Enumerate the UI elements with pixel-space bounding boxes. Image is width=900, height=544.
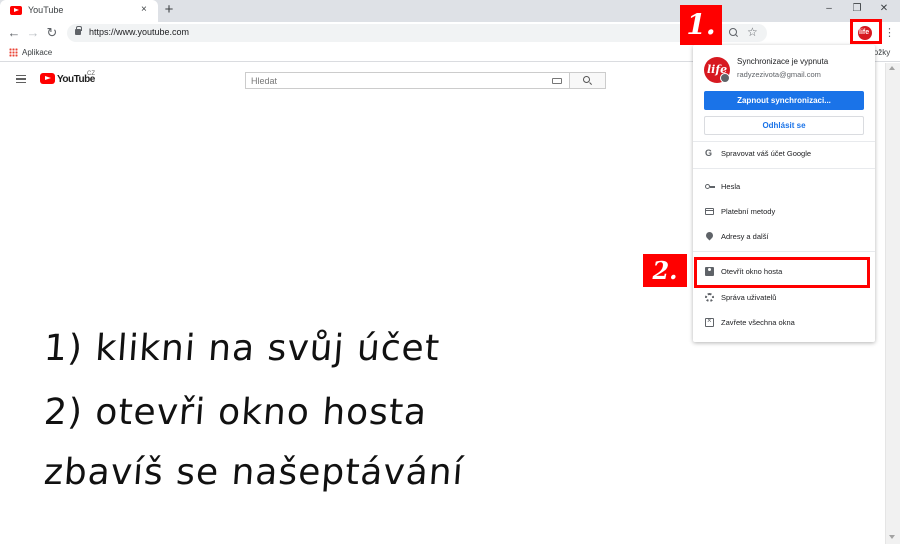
menu-item-label: Adresy a další — [721, 232, 769, 241]
search-input[interactable]: Hledat — [245, 72, 570, 89]
menu-avatar: life — [704, 57, 730, 83]
menu-divider — [693, 168, 875, 169]
menu-item-close-all-windows[interactable]: Zavřete všechna okna — [693, 312, 875, 334]
instruction-line-2: 2) otevři okno hosta — [42, 392, 429, 433]
annotation-step-1: 1. — [680, 5, 722, 45]
sign-out-button[interactable]: Odhlásit se — [704, 116, 864, 135]
close-windows-icon — [705, 316, 714, 327]
reload-button[interactable]: ↻ — [45, 25, 59, 41]
apps-grid-icon[interactable] — [9, 48, 18, 57]
tab-title: YouTube — [28, 5, 64, 15]
keyboard-icon[interactable] — [552, 78, 562, 84]
close-window-button[interactable]: ✕ — [877, 3, 891, 14]
back-button[interactable]: ← — [7, 25, 21, 40]
chrome-menu-icon[interactable]: ⋮ — [884, 26, 895, 39]
instruction-line-1: 1) klikni na svůj účet — [42, 328, 442, 369]
menu-item-label: Hesla — [721, 182, 741, 191]
tab-youtube[interactable]: YouTube × — [0, 0, 158, 22]
menu-item-label: Platební metody — [721, 207, 776, 216]
search-button[interactable] — [570, 72, 606, 89]
key-icon — [705, 184, 715, 189]
youtube-logo-icon[interactable] — [40, 73, 55, 84]
hamburger-menu-icon[interactable] — [16, 75, 26, 83]
menu-item-payment-methods[interactable]: Platební metody — [693, 201, 875, 223]
apps-bookmark[interactable]: Aplikace — [22, 48, 52, 57]
scroll-down-icon[interactable] — [889, 535, 895, 539]
minimize-button[interactable]: – — [822, 3, 836, 14]
bookmark-star-icon[interactable]: ☆ — [747, 25, 758, 39]
new-tab-button[interactable]: + — [161, 1, 177, 18]
menu-divider — [693, 251, 875, 252]
tab-close-icon[interactable]: × — [141, 4, 147, 15]
menu-item-label: Správa uživatelů — [721, 293, 777, 302]
scroll-up-icon[interactable] — [889, 66, 895, 70]
annotation-highlight-guest — [694, 257, 870, 288]
sync-paused-icon — [720, 73, 730, 83]
search-icon — [583, 76, 590, 83]
menu-item-manage-account[interactable]: G Spravovat váš účet Google — [693, 143, 875, 165]
restore-button[interactable]: ❐ — [850, 3, 864, 14]
zoom-icon[interactable] — [729, 28, 737, 36]
menu-item-addresses[interactable]: Adresy a další — [693, 226, 875, 248]
search-placeholder: Hledat — [251, 76, 278, 86]
menu-item-label: Spravovat váš účet Google — [721, 149, 812, 158]
gear-icon — [705, 293, 714, 302]
menu-item-manage-people[interactable]: Správa uživatelů — [693, 287, 875, 309]
address-bar[interactable]: https://www.youtube.com — [67, 24, 767, 42]
browser-toolbar: ← → ↻ https://www.youtube.com ⋮ — [0, 22, 900, 44]
lock-icon[interactable] — [75, 26, 82, 35]
google-icon: G — [705, 148, 713, 158]
menu-item-label: Zavřete všechna okna — [721, 318, 795, 327]
profile-menu: life Synchronizace je vypnuta radyzezivo… — [693, 45, 875, 342]
forward-button[interactable]: → — [26, 25, 40, 40]
url-text[interactable]: https://www.youtube.com — [89, 27, 189, 37]
location-pin-icon — [704, 230, 715, 241]
account-email: radyzezivota@gmail.com — [737, 70, 821, 79]
sync-status: Synchronizace je vypnuta — [737, 57, 829, 66]
annotation-highlight-profile — [850, 19, 882, 44]
menu-item-passwords[interactable]: Hesla — [693, 176, 875, 198]
menu-divider — [693, 141, 875, 142]
country-code: CZ — [87, 71, 95, 77]
tab-strip: YouTube × + – ❐ ✕ — [0, 0, 900, 22]
instruction-line-3: zbavíš se našeptávání — [42, 452, 466, 493]
annotation-step-2: 2. — [643, 254, 687, 287]
scrollbar[interactable] — [885, 63, 900, 544]
youtube-favicon-icon — [10, 6, 22, 15]
credit-card-icon — [705, 208, 714, 215]
turn-on-sync-button[interactable]: Zapnout synchronizaci... — [704, 91, 864, 110]
